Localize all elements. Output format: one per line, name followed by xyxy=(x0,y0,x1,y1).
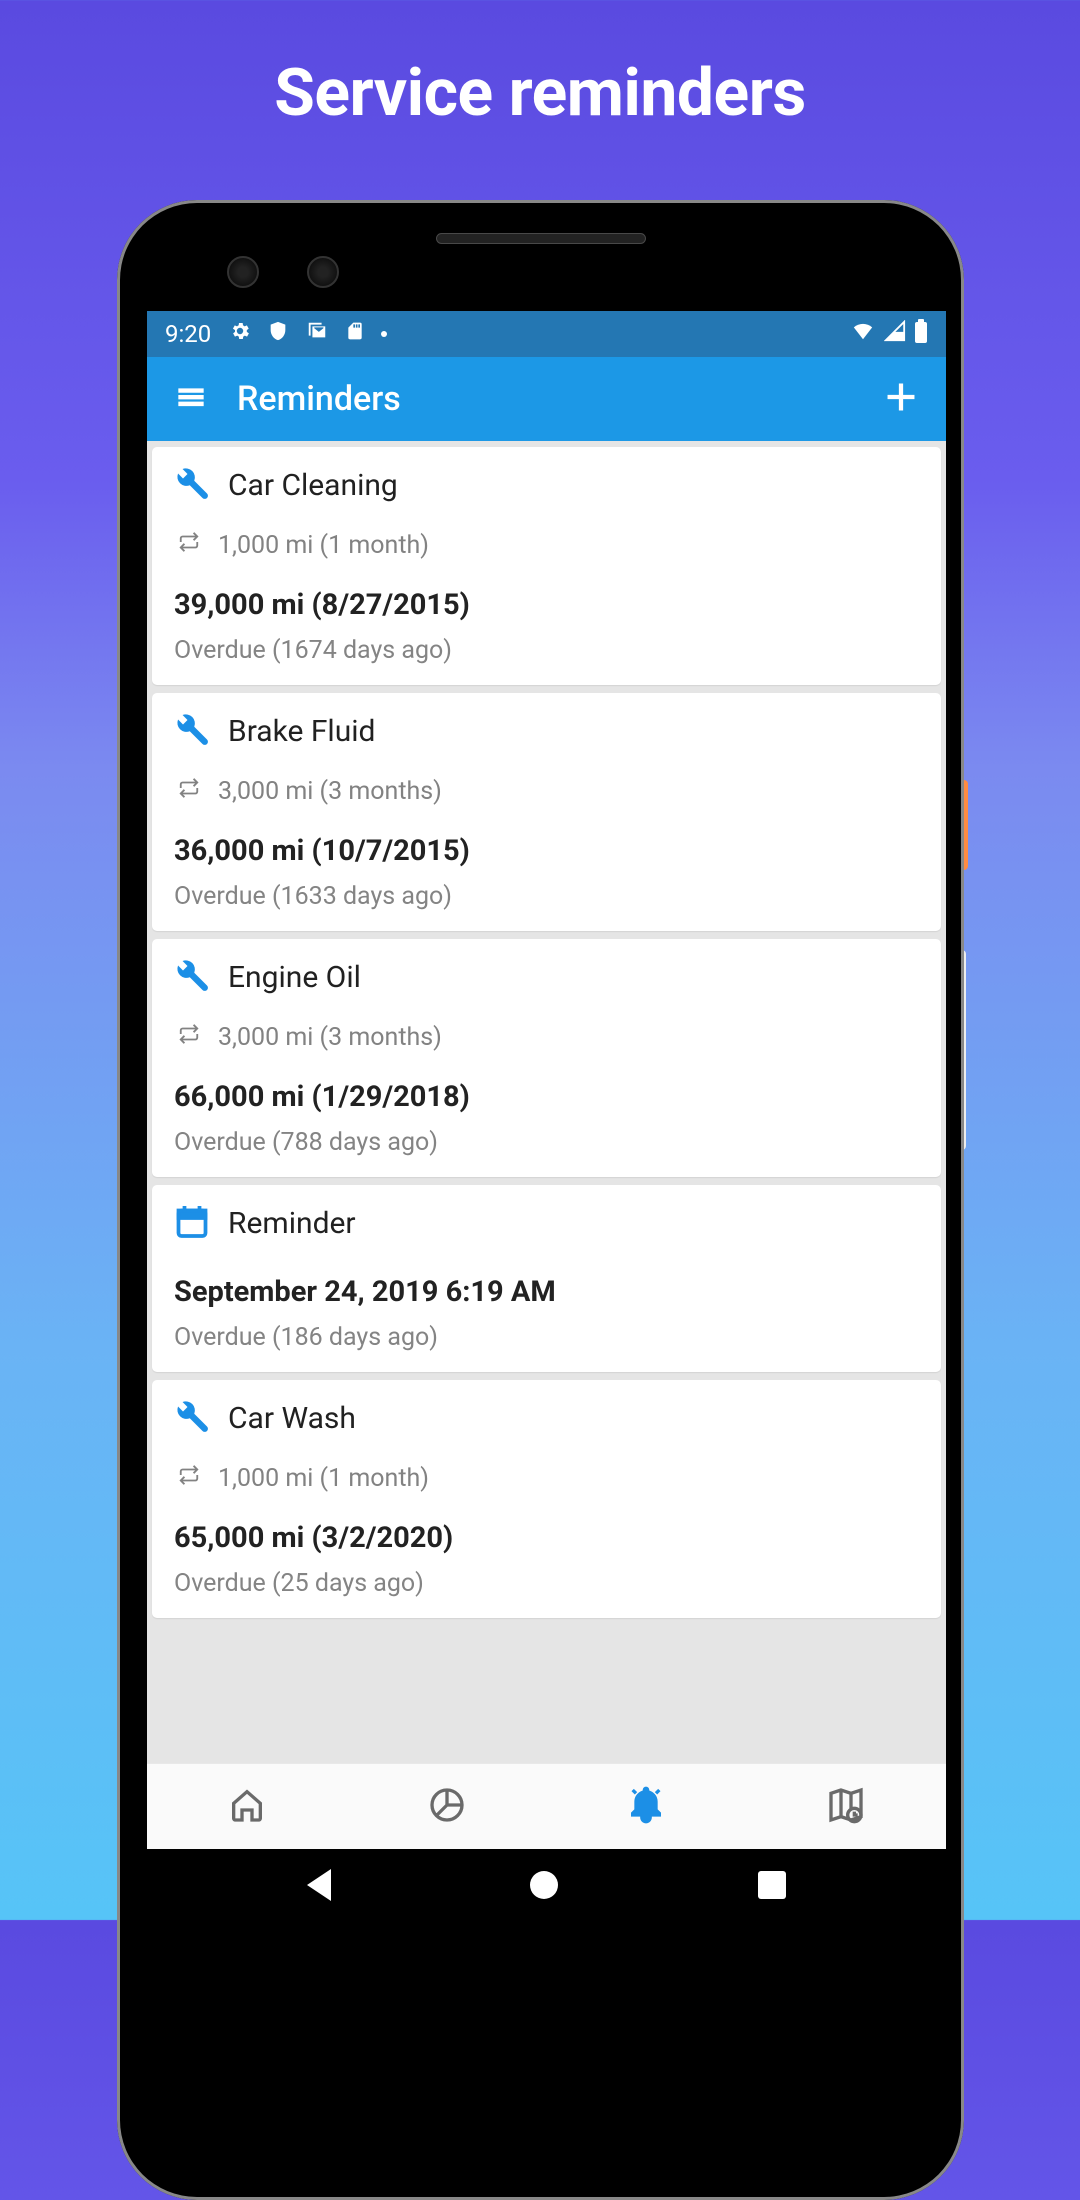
repeat-icon xyxy=(178,777,200,806)
reminder-overdue: Overdue (1674 days ago) xyxy=(174,636,919,665)
phone-earpiece xyxy=(436,233,646,244)
reminder-title: Car Wash xyxy=(228,1401,356,1436)
reminder-due: September 24, 2019 6:19 AM xyxy=(174,1275,919,1309)
reminder-overdue: Overdue (25 days ago) xyxy=(174,1569,919,1598)
reminder-card[interactable]: Car Cleaning 1,000 mi (1 month) 39,000 mi … xyxy=(152,447,941,685)
reminder-title: Engine Oil xyxy=(228,960,361,995)
phone-side-button xyxy=(958,780,968,870)
screen: 9:20 Reminders xyxy=(147,311,946,1921)
system-nav xyxy=(147,1849,946,1921)
reminder-interval: 1,000 mi (1 month) xyxy=(218,1464,429,1493)
battery-icon xyxy=(914,319,928,349)
phone-side-button xyxy=(958,950,966,1150)
wifi-icon xyxy=(850,320,876,348)
reminder-card[interactable]: Brake Fluid 3,000 mi (3 months) 36,000 mi … xyxy=(152,693,941,931)
reminder-interval: 3,000 mi (3 months) xyxy=(218,1023,442,1052)
phone-camera xyxy=(307,256,339,288)
reminder-title: Car Cleaning xyxy=(228,468,398,503)
repeat-icon xyxy=(178,1023,200,1052)
recents-button[interactable] xyxy=(758,1871,786,1899)
nav-stats[interactable] xyxy=(427,1785,467,1829)
bottom-nav xyxy=(147,1763,946,1849)
mail-icon xyxy=(305,320,329,348)
reminder-interval: 3,000 mi (3 months) xyxy=(218,777,442,806)
app-bar-title: Reminders xyxy=(237,379,854,419)
reminder-due: 65,000 mi (3/2/2020) xyxy=(174,1521,919,1555)
wrench-icon xyxy=(174,1398,210,1438)
reminder-due: 39,000 mi (8/27/2015) xyxy=(174,588,919,622)
reminder-title: Brake Fluid xyxy=(228,714,375,749)
more-dot-icon xyxy=(381,331,387,337)
reminder-card[interactable]: Car Wash 1,000 mi (1 month) 65,000 mi (3/2… xyxy=(152,1380,941,1618)
cell-signal-icon xyxy=(884,320,906,348)
reminder-title: Reminder xyxy=(228,1206,356,1241)
reminder-due: 36,000 mi (10/7/2015) xyxy=(174,834,919,868)
repeat-icon xyxy=(178,1464,200,1493)
sd-card-icon xyxy=(345,320,365,348)
reminder-list[interactable]: Car Cleaning 1,000 mi (1 month) 39,000 mi … xyxy=(147,441,946,1763)
back-button[interactable] xyxy=(307,1869,331,1901)
nav-reminders[interactable] xyxy=(626,1785,666,1829)
promo-title: Service reminders xyxy=(0,0,1080,132)
reminder-overdue: Overdue (788 days ago) xyxy=(174,1128,919,1157)
reminder-overdue: Overdue (1633 days ago) xyxy=(174,882,919,911)
status-time: 9:20 xyxy=(165,320,211,348)
wrench-icon xyxy=(174,957,210,997)
calendar-icon xyxy=(174,1203,210,1243)
reminder-overdue: Overdue (186 days ago) xyxy=(174,1323,919,1352)
wrench-icon xyxy=(174,465,210,505)
menu-icon[interactable] xyxy=(175,381,207,417)
gear-icon xyxy=(229,320,251,348)
shield-icon xyxy=(267,320,289,348)
nav-home[interactable] xyxy=(227,1785,267,1829)
phone-frame: 9:20 Reminders xyxy=(117,200,964,2200)
status-bar: 9:20 xyxy=(147,311,946,357)
add-button[interactable] xyxy=(884,380,918,418)
reminder-interval: 1,000 mi (1 month) xyxy=(218,531,429,560)
reminder-card[interactable]: Engine Oil 3,000 mi (3 months) 66,000 mi (… xyxy=(152,939,941,1177)
home-button[interactable] xyxy=(530,1871,558,1899)
wrench-icon xyxy=(174,711,210,751)
reminder-card[interactable]: Reminder September 24, 2019 6:19 AM Overdu… xyxy=(152,1185,941,1372)
nav-routes[interactable] xyxy=(826,1785,866,1829)
reminder-due: 66,000 mi (1/29/2018) xyxy=(174,1080,919,1114)
repeat-icon xyxy=(178,531,200,560)
app-bar: Reminders xyxy=(147,357,946,441)
phone-camera xyxy=(227,256,259,288)
